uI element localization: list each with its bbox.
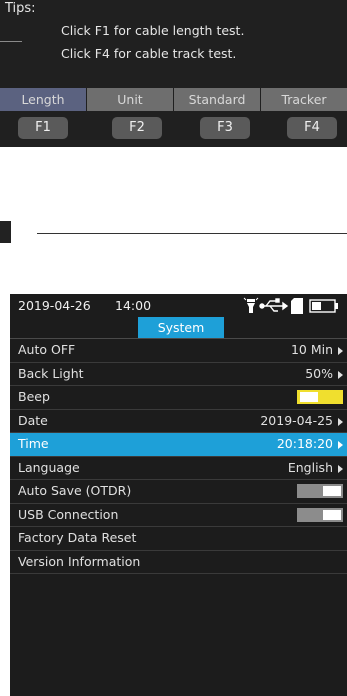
toggle-knob (323, 509, 341, 520)
setting-row-language[interactable]: Language English (10, 457, 347, 480)
arrow-right-icon (338, 464, 343, 473)
settings-list: Auto OFF 10 Min Back Light 50% Beep Date… (10, 339, 347, 574)
section-divider (37, 233, 347, 234)
setting-row-usb-connection[interactable]: USB Connection (10, 504, 347, 527)
tip-line: Click F1 for cable length test. (61, 23, 245, 38)
tab-system[interactable]: System (138, 317, 224, 338)
f3-button[interactable]: F3 (200, 117, 250, 139)
sd-card-icon (291, 298, 303, 314)
setting-label: Factory Data Reset (18, 530, 137, 545)
setting-row-back-light[interactable]: Back Light 50% (10, 363, 347, 386)
flashlight-icon (243, 297, 259, 313)
arrow-right-icon (338, 417, 343, 426)
setting-label: Back Light (18, 365, 84, 381)
setting-value: 50% (305, 365, 333, 381)
setting-label: Beep (18, 389, 50, 404)
setting-row-auto-off[interactable]: Auto OFF 10 Min (10, 339, 347, 363)
usb-icon (259, 298, 289, 312)
setting-value: 2019-04-25 (260, 412, 333, 428)
setting-row-time[interactable]: Time 20:18:20 (10, 433, 347, 457)
setting-label: Language (18, 459, 80, 475)
function-label-length: Length (0, 88, 86, 111)
f2-button[interactable]: F2 (112, 117, 162, 139)
auto-save-toggle[interactable] (297, 484, 343, 498)
setting-row-factory-data-reset[interactable]: Factory Data Reset (10, 527, 347, 551)
tips-title: Tips: (5, 1, 36, 16)
setting-value: 10 Min (290, 342, 333, 357)
device-screen: 2019-04-26 14:00 System Auto OFF 10 Min … (10, 294, 347, 696)
setting-row-version-information[interactable]: Version Information (10, 551, 347, 574)
setting-row-date[interactable]: Date 2019-04-25 (10, 410, 347, 433)
beep-toggle[interactable] (297, 390, 343, 404)
battery-icon (309, 299, 338, 313)
arrow-right-icon (338, 370, 343, 379)
setting-value: 20:18:20 (276, 436, 333, 451)
tips-panel: Tips: Click F1 for cable length test. Cl… (0, 0, 347, 88)
function-key-bar: F1 F2 F3 F4 (0, 111, 347, 147)
function-label-bar: Length Unit Standard Tracker (0, 88, 347, 111)
arrow-right-icon (338, 441, 343, 449)
setting-label: Version Information (18, 553, 141, 569)
setting-row-beep[interactable]: Beep (10, 386, 347, 410)
setting-label: Auto OFF (18, 342, 76, 357)
f4-button[interactable]: F4 (287, 117, 337, 139)
setting-label: USB Connection (18, 506, 119, 522)
arrow-right-icon (338, 347, 343, 355)
setting-label: Auto Save (OTDR) (18, 483, 132, 498)
section-marker (0, 221, 11, 243)
toggle-knob (323, 486, 341, 496)
usb-connection-toggle[interactable] (297, 507, 343, 522)
setting-label: Time (18, 436, 49, 451)
tip-line: Click F4 for cable track test. (61, 46, 237, 61)
toggle-knob (300, 392, 318, 402)
function-label-tracker: Tracker (261, 88, 347, 111)
setting-row-auto-save-otdr[interactable]: Auto Save (OTDR) (10, 480, 347, 504)
callout-line (0, 41, 22, 42)
f1-button[interactable]: F1 (18, 117, 68, 139)
setting-label: Date (18, 412, 48, 428)
function-label-standard: Standard (174, 88, 260, 111)
function-label-unit: Unit (87, 88, 173, 111)
setting-value: English (287, 459, 333, 475)
